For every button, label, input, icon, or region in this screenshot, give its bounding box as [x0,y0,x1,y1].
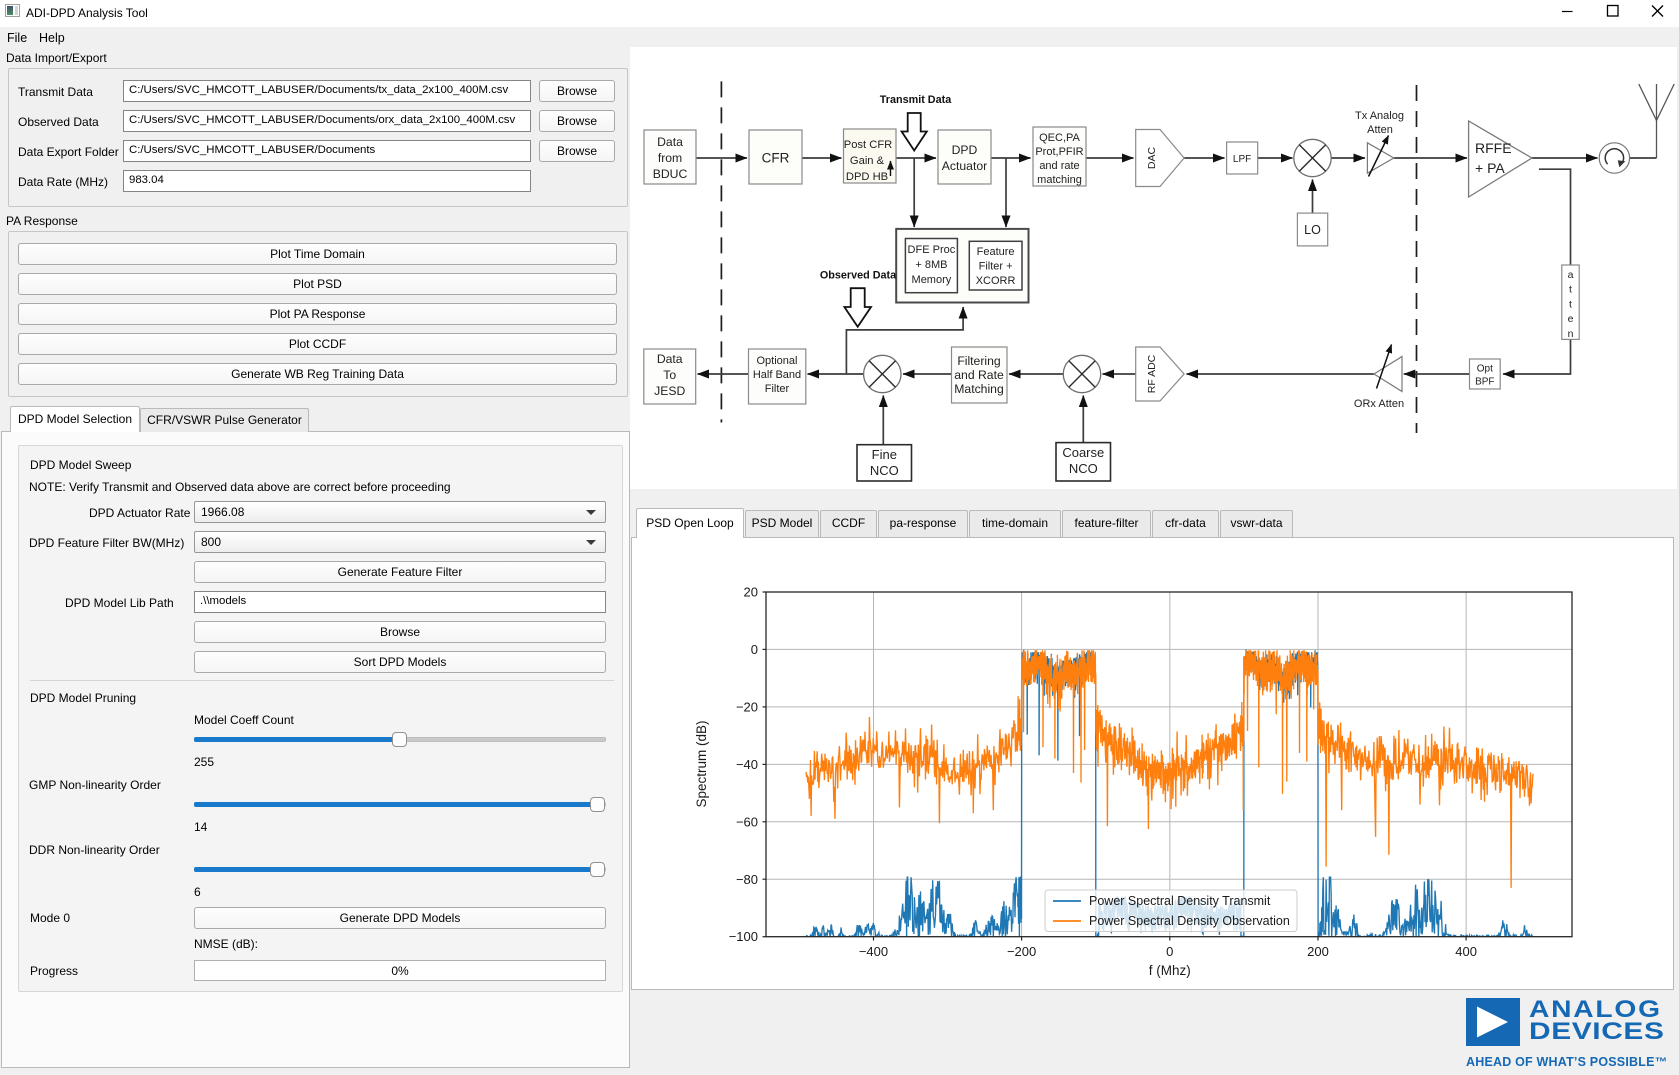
svg-text:Opt: Opt [1477,364,1493,375]
svg-text:+ 8MB: + 8MB [915,259,947,271]
svg-text:CFR: CFR [762,151,790,166]
svg-text:LO: LO [1304,223,1321,237]
svg-text:−60: −60 [736,814,758,829]
svg-text:Transmit Data: Transmit Data [880,94,952,106]
svg-text:DPD: DPD [952,143,978,157]
svg-text:−40: −40 [736,757,758,772]
svg-text:Feature: Feature [977,246,1015,258]
svg-text:Coarse: Coarse [1062,445,1104,460]
svg-text:−400: −400 [859,944,888,959]
svg-text:20: 20 [744,585,758,600]
svg-text:−20: −20 [736,699,758,714]
svg-text:Fine: Fine [872,447,897,462]
svg-text:0: 0 [751,642,758,657]
svg-text:BDUC: BDUC [653,167,688,181]
svg-text:NCO: NCO [870,463,899,478]
svg-text:matching: matching [1037,174,1082,186]
svg-text:RF ADC: RF ADC [1146,354,1158,393]
svg-text:−100: −100 [729,929,758,944]
svg-text:Memory: Memory [912,274,952,286]
svg-text:Spectrum (dB): Spectrum (dB) [694,720,709,807]
svg-text:200: 200 [1307,944,1329,959]
svg-text:Filter: Filter [765,383,790,395]
svg-text:f (Mhz): f (Mhz) [1149,963,1191,978]
svg-text:Observed Data: Observed Data [820,270,897,282]
svg-text:from: from [658,151,682,165]
svg-text:XCORR: XCORR [976,275,1016,287]
svg-text:Tx Analog: Tx Analog [1355,110,1404,122]
svg-text:0: 0 [1166,944,1173,959]
svg-text:a: a [1568,269,1574,281]
svg-text:Half Band: Half Band [753,369,801,381]
svg-text:Power Spectral Density Observa: Power Spectral Density Observation [1089,914,1290,928]
svg-text:BPF: BPF [1475,377,1494,388]
svg-text:DFE Proc: DFE Proc [908,244,956,256]
svg-text:Atten: Atten [1367,124,1393,136]
svg-text:To: To [663,368,676,382]
svg-text:Matching: Matching [954,382,1003,396]
svg-text:Actuator: Actuator [942,159,987,173]
svg-text:QEC,PA: QEC,PA [1039,132,1080,144]
svg-text:Data: Data [657,352,683,366]
svg-text:ORx Atten: ORx Atten [1354,398,1404,410]
svg-text:t: t [1569,298,1572,310]
svg-text:Prot,PFIR: Prot,PFIR [1035,146,1083,158]
svg-text:Filter +: Filter + [979,261,1013,273]
svg-text:Post CFR: Post CFR [844,139,893,151]
svg-text:DAC: DAC [1146,146,1158,169]
svg-text:Gain &: Gain & [850,155,885,167]
svg-text:JESD: JESD [654,384,685,398]
svg-text:and Rate: and Rate [954,368,1004,382]
svg-text:Filtering: Filtering [957,354,1000,368]
svg-text:t: t [1569,284,1572,296]
svg-text:e: e [1568,313,1574,325]
svg-text:Power Spectral Density Transmi: Power Spectral Density Transmit [1089,894,1271,908]
svg-text:+ PA: + PA [1475,160,1505,176]
svg-text:and rate: and rate [1039,160,1079,172]
svg-text:Data: Data [657,135,683,149]
svg-text:−80: −80 [736,872,758,887]
svg-text:DPD HB: DPD HB [846,171,888,183]
svg-text:−200: −200 [1007,944,1036,959]
svg-text:400: 400 [1455,944,1477,959]
svg-text:LPF: LPF [1233,154,1251,165]
svg-text:Optional: Optional [757,355,798,367]
svg-text:RFFE: RFFE [1475,140,1512,156]
svg-text:n: n [1568,328,1574,340]
svg-text:NCO: NCO [1069,461,1098,476]
